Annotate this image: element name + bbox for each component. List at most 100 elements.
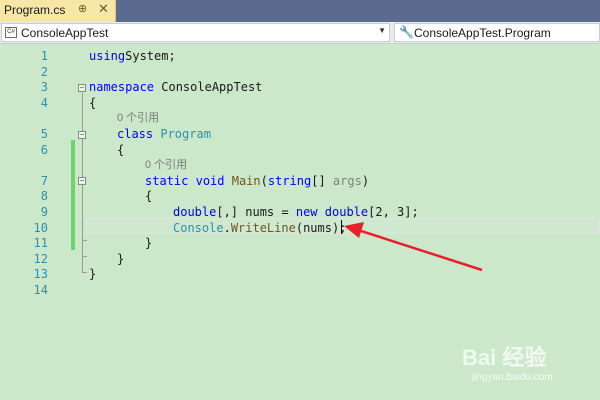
codelens-hint-row: 0 个引用 bbox=[0, 157, 600, 173]
code-token: [2, 3]; bbox=[368, 205, 419, 219]
line-number: 11 bbox=[33, 236, 48, 251]
code-text: } bbox=[89, 266, 96, 282]
code-line: 1 usingSystem; bbox=[0, 48, 600, 64]
chevron-down-icon: ▼ bbox=[378, 26, 386, 35]
line-number: 14 bbox=[33, 283, 48, 297]
code-line: 4{ bbox=[0, 95, 600, 111]
line-number: 13 bbox=[33, 267, 48, 282]
project-dropdown[interactable]: C# ConsoleAppTest ▼ bbox=[1, 23, 390, 42]
code-line: 9 double[,] nums = new double[2, 3]; bbox=[0, 204, 600, 220]
code-token: (nums); bbox=[295, 220, 347, 235]
code-token: Program bbox=[160, 127, 211, 141]
code-token: static bbox=[145, 173, 189, 188]
type-dropdown[interactable]: 🔧 ConsoleAppTest.Program bbox=[394, 23, 600, 42]
tab-program-cs[interactable]: Program.cs ⊕ ✕ bbox=[0, 0, 116, 22]
code-text: Console.WriteLine(nums); bbox=[173, 220, 346, 236]
code-text: } bbox=[145, 235, 152, 251]
code-text: usingSystem; bbox=[89, 48, 176, 64]
tab-title: Program.cs bbox=[4, 3, 66, 17]
navigation-bar: C# ConsoleAppTest ▼ 🔧 ConsoleAppTest.Pro… bbox=[0, 22, 600, 44]
code-line: 11} bbox=[0, 235, 600, 251]
code-token: new bbox=[295, 205, 318, 219]
code-text: double[,] nums = new double[2, 3]; bbox=[173, 204, 419, 220]
code-text: } bbox=[117, 251, 124, 267]
code-line: 2 bbox=[0, 64, 600, 80]
code-token: ) bbox=[361, 173, 370, 188]
code-line: 8{ bbox=[0, 188, 600, 204]
code-text: { bbox=[89, 95, 96, 111]
code-token: { bbox=[145, 189, 153, 204]
code-token: namespace bbox=[89, 80, 155, 95]
type-name: ConsoleAppTest.Program bbox=[414, 26, 551, 40]
code-text: namespace ConsoleAppTest bbox=[89, 79, 262, 95]
line-number: 8 bbox=[40, 189, 48, 204]
class-icon: 🔧 bbox=[399, 25, 414, 39]
line-number: 9 bbox=[40, 205, 48, 219]
document-tab-strip: Program.cs ⊕ ✕ bbox=[0, 0, 600, 22]
fold-main-toggle[interactable]: − bbox=[78, 177, 86, 185]
code-line: 12} bbox=[0, 251, 600, 267]
code-token: ConsoleAppTest bbox=[154, 80, 263, 95]
code-line: 13} bbox=[0, 266, 600, 282]
code-line: 10 Console.WriteLine(nums); bbox=[0, 220, 600, 236]
code-text: static void Main(string[] args) bbox=[145, 173, 369, 189]
code-token: { bbox=[89, 95, 97, 110]
csharp-file-icon: C# bbox=[5, 27, 17, 38]
code-token: WriteLine bbox=[230, 220, 296, 235]
code-token: string bbox=[267, 173, 312, 188]
code-token: Main bbox=[231, 173, 261, 188]
code-token: } bbox=[89, 267, 97, 282]
line-number: 6 bbox=[40, 142, 48, 157]
line-number: 1 bbox=[40, 49, 48, 63]
line-number: 5 bbox=[40, 127, 48, 141]
close-icon[interactable]: ✕ bbox=[98, 1, 109, 17]
text-caret bbox=[341, 220, 342, 234]
code-line: 3 namespace ConsoleAppTest bbox=[0, 79, 600, 95]
code-token: } bbox=[145, 236, 153, 251]
code-token: ( bbox=[260, 173, 268, 188]
project-name: ConsoleAppTest bbox=[21, 26, 109, 40]
code-line: 6{ bbox=[0, 142, 600, 158]
fold-guide-end bbox=[82, 240, 87, 241]
code-line: 5 class Program bbox=[0, 126, 600, 142]
code-token: double bbox=[324, 205, 369, 219]
code-token: void bbox=[195, 173, 225, 188]
code-line: 7 static void Main(string[] args) bbox=[0, 173, 600, 189]
reference-count-hint[interactable]: 0 个引用 bbox=[145, 157, 187, 173]
baidu-jingyan-logo: Bai 经验 bbox=[462, 345, 547, 370]
code-text: { bbox=[117, 142, 124, 158]
fold-guide-end bbox=[82, 272, 87, 273]
watermark: Bai 经验 jingyan.baidu.com bbox=[462, 340, 594, 396]
fold-namespace-toggle[interactable]: − bbox=[78, 84, 86, 92]
code-line: 14 bbox=[0, 282, 600, 298]
fold-guide-end bbox=[82, 256, 87, 257]
reference-count-hint[interactable]: 0 个引用 bbox=[117, 110, 159, 126]
line-number: 12 bbox=[33, 251, 48, 266]
watermark-url: jingyan.baidu.com bbox=[472, 372, 553, 383]
code-token: class bbox=[117, 127, 154, 141]
code-token: . bbox=[223, 220, 231, 235]
change-indicator-bar bbox=[71, 140, 75, 250]
line-number: 4 bbox=[40, 95, 48, 110]
line-number: 2 bbox=[40, 64, 48, 79]
fold-class-toggle[interactable]: − bbox=[78, 131, 86, 139]
code-token: double bbox=[173, 205, 217, 219]
code-token: [] bbox=[311, 173, 333, 188]
line-number: 10 bbox=[33, 220, 48, 235]
line-number: 3 bbox=[40, 80, 48, 95]
code-text: { bbox=[145, 188, 152, 204]
code-token: { bbox=[117, 142, 125, 157]
code-token: } bbox=[117, 251, 125, 266]
code-text: class Program bbox=[117, 126, 211, 142]
code-token: [,] nums = bbox=[216, 205, 296, 219]
line-number: 7 bbox=[40, 173, 48, 188]
code-token: args bbox=[332, 173, 362, 188]
code-token: using bbox=[89, 49, 126, 63]
codelens-hint-row: 0 个引用 bbox=[0, 110, 600, 126]
code-token: System; bbox=[125, 49, 176, 63]
code-token: Console bbox=[173, 220, 224, 235]
pin-icon[interactable]: ⊕ bbox=[78, 2, 87, 15]
